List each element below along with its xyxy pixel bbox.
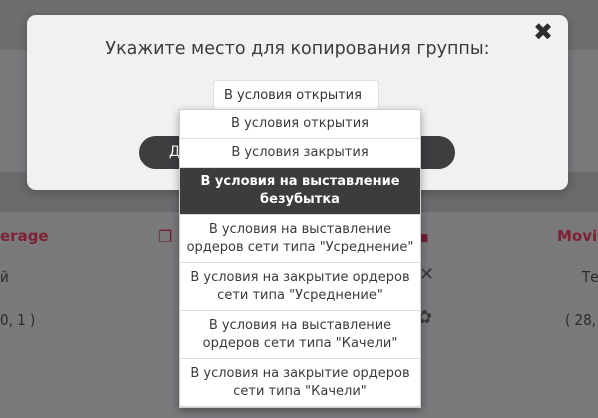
dropdown-option[interactable]: В условия на закрытие ордеров сети типа … — [180, 359, 420, 407]
dropdown-option[interactable]: В условия на закрытие ордеров сети типа … — [180, 263, 420, 311]
bg-column-heading-left: erage — [0, 227, 49, 245]
destination-dropdown-list: В условия открытия В условия закрытия В … — [179, 109, 421, 408]
dropdown-option[interactable]: В условия открытия — [180, 110, 420, 139]
close-icon[interactable]: ✖ — [532, 20, 554, 44]
copy-icon: ❐ — [158, 227, 173, 246]
bg-column-heading-right: Movin — [557, 227, 598, 245]
bg-cell-right-2: ( 28, — [565, 311, 597, 329]
dropdown-option[interactable]: В условия на выставление ордеров сети ти… — [180, 311, 420, 359]
destination-select[interactable]: В условия открытия — [213, 80, 379, 110]
bg-cell-left-1: й — [0, 268, 9, 286]
dropdown-option[interactable]: В условия на выставление ордеров сети ти… — [180, 215, 420, 263]
wrench-icon: ✕ — [419, 264, 435, 285]
modal-title: Укажите место для копирования группы: — [105, 39, 490, 59]
dropdown-option-selected[interactable]: В условия на выставление безубытка — [180, 168, 420, 215]
dropdown-option[interactable]: В условия закрытия — [180, 139, 420, 168]
bg-cell-right-1: Те — [582, 268, 598, 286]
bg-cell-left-2: 0, 1 ) — [0, 311, 36, 329]
